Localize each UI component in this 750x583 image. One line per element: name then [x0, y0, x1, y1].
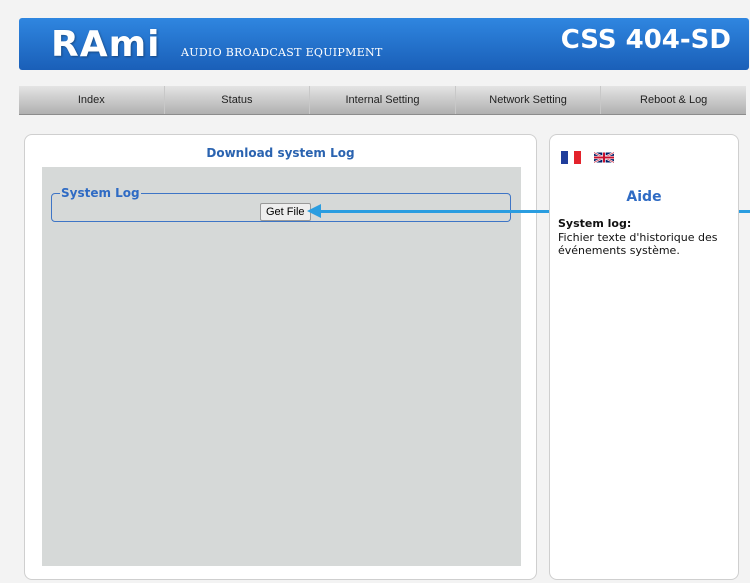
content-area: System Log Get File — [42, 167, 521, 566]
nav-item-internal-setting[interactable]: Internal Setting — [310, 86, 456, 114]
nav-bar: Index Status Internal Setting Network Se… — [19, 86, 746, 115]
system-log-fieldset: System Log Get File — [51, 186, 511, 222]
header-banner: RAmi AUDIO BROADCAST EQUIPMENT CSS 404-S… — [19, 18, 749, 70]
get-file-button[interactable]: Get File — [260, 203, 311, 221]
uk-flag-icon[interactable] — [594, 151, 614, 164]
help-heading: System log: — [558, 217, 632, 230]
model-name: CSS 404-SD — [560, 25, 731, 55]
rami-logo: RAmi — [51, 24, 161, 65]
help-title: Aide — [626, 189, 662, 205]
logo-subtitle: AUDIO BROADCAST EQUIPMENT — [181, 46, 383, 59]
fr-flag-icon[interactable] — [561, 151, 582, 164]
nav-item-network-setting[interactable]: Network Setting — [456, 86, 602, 114]
nav-item-status[interactable]: Status — [165, 86, 311, 114]
nav-item-index[interactable]: Index — [19, 86, 165, 114]
nav-item-reboot-log[interactable]: Reboot & Log — [601, 86, 746, 114]
arrow-head-icon — [307, 204, 321, 218]
page-title: Download system Log — [206, 146, 355, 160]
main-panel: Download system Log System Log Get File — [24, 134, 537, 580]
help-panel: Aide System log: Fichier texte d'histori… — [549, 134, 739, 580]
help-text: Fichier texte d'historique des événement… — [558, 231, 718, 257]
system-log-legend: System Log — [61, 186, 140, 200]
